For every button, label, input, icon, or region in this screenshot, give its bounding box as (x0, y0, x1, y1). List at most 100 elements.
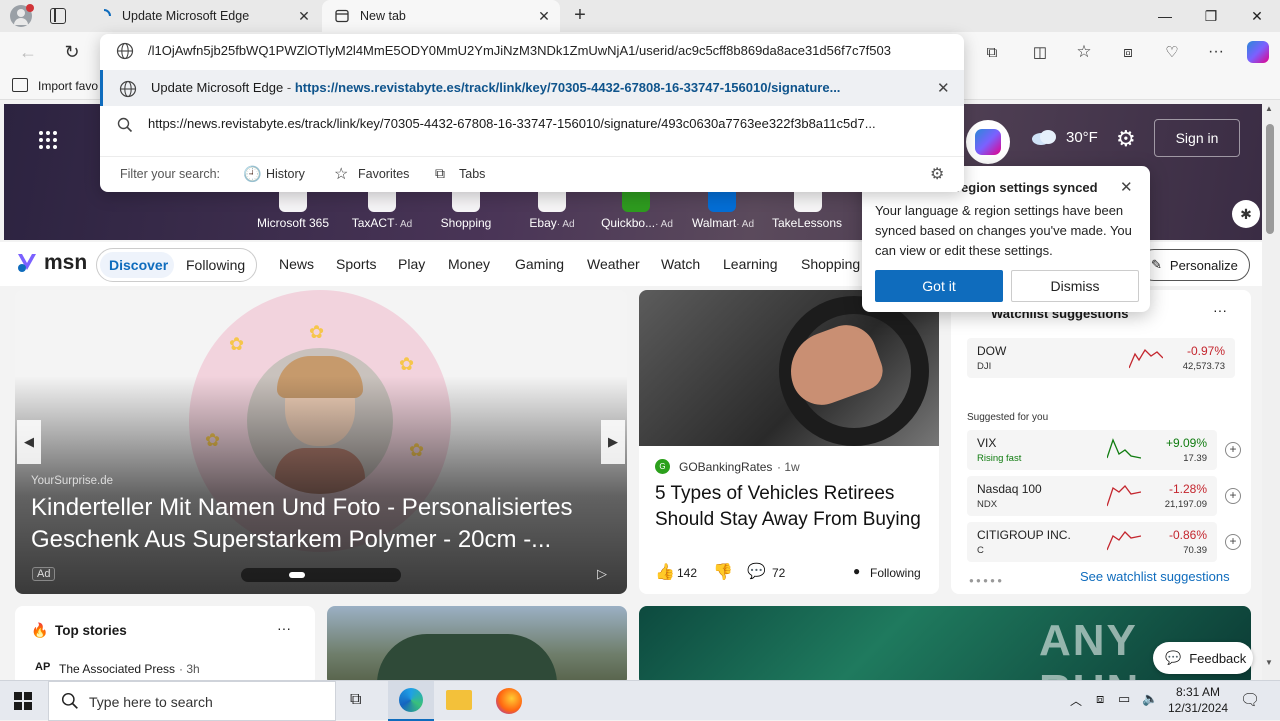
split-screen-icon[interactable]: ◫ (1024, 36, 1056, 68)
like-icon[interactable]: 👍 (655, 562, 675, 582)
collections-icon[interactable]: ⧈ (1112, 36, 1144, 68)
quicklink-taxact[interactable]: TaxACT· Ad (337, 216, 427, 230)
import-favorites-link[interactable]: Import favo (38, 79, 98, 93)
address-bar[interactable]: /l1OjAwfn5jb25fbWQ1PWZlOTlyM2l4MmE5ODY0M… (100, 34, 964, 68)
following-button[interactable]: Following (870, 566, 921, 580)
notifications-icon[interactable]: 🗨 (1240, 690, 1260, 710)
taskbar-edge[interactable] (388, 681, 434, 721)
got-it-button[interactable]: Got it (875, 270, 1003, 302)
scrollbar[interactable]: ▲ ▼ (1262, 100, 1280, 680)
suggestion-search-url[interactable]: https://news.revistabyte.es/track/link/k… (100, 106, 964, 142)
feedback-button[interactable]: 💬 Feedback (1153, 642, 1253, 674)
quicklink-microsoft365[interactable]: Microsoft 365 (248, 216, 338, 230)
more-options-icon[interactable]: ··· (1213, 302, 1227, 318)
stock-row-nasdaq[interactable]: Nasdaq 100 NDX -1.28% 21,197.09 + (967, 476, 1241, 516)
popup-close-icon[interactable]: ✕ (1120, 178, 1133, 196)
article-card[interactable]: G GOBankingRates · 1w 5 Types of Vehicle… (639, 290, 939, 594)
tab-new-tab[interactable]: New tab ✕ (322, 0, 560, 32)
extensions-icon[interactable]: ⧉ (976, 36, 1008, 68)
nav-shopping[interactable]: Shopping (801, 256, 860, 272)
file-explorer-icon[interactable] (446, 690, 472, 710)
back-arrow-icon[interactable]: ← (12, 36, 44, 68)
quicklink-shopping[interactable]: Shopping (421, 216, 511, 230)
profile-avatar[interactable] (10, 4, 34, 27)
nav-learning[interactable]: Learning (723, 256, 778, 272)
favorites-star-icon[interactable]: ☆ (1068, 36, 1100, 68)
customize-sparkle-icon[interactable]: ✱ (1232, 200, 1260, 228)
personalize-button[interactable]: ✎ Personalize (1138, 249, 1250, 281)
tab-update-edge[interactable]: Update Microsoft Edge ✕ (84, 0, 320, 32)
article-title[interactable]: 5 Types of Vehicles Retirees Should Stay… (655, 481, 927, 533)
ad-source[interactable]: YourSurprise.de (31, 475, 113, 487)
carousel-dots[interactable] (241, 568, 401, 582)
restore-button[interactable]: ❐ (1188, 0, 1234, 32)
carousel-card[interactable]: ✿ ✿ ✿ ✿ ✿ ◀ ▶ YourSurprise.de Kindertell… (15, 290, 627, 594)
browser-essentials-icon[interactable]: ♡ (1156, 36, 1188, 68)
story-image-card[interactable] (327, 606, 627, 680)
comment-icon[interactable]: 💬 (747, 562, 766, 580)
remove-suggestion-icon[interactable]: ✕ (937, 79, 950, 97)
settings-gear-icon[interactable]: ⚙ (930, 164, 944, 184)
stock-row-dow[interactable]: DOW DJI -0.97% 42,573.73 (967, 338, 1235, 378)
adchoices-icon[interactable]: ▷ (597, 566, 607, 582)
nav-money[interactable]: Money (448, 256, 490, 272)
taskbar-search-box[interactable]: Type here to search (48, 681, 336, 721)
more-options-icon[interactable]: ··· (277, 620, 291, 636)
filter-tabs[interactable]: Tabs (459, 167, 485, 181)
close-tab-icon[interactable]: ✕ (296, 8, 312, 24)
add-to-watchlist-icon[interactable]: + (1225, 488, 1241, 504)
settings-gear-icon[interactable]: ⚙ (1116, 126, 1136, 152)
carousel-prev-button[interactable]: ◀ (17, 420, 41, 464)
copilot-button[interactable] (966, 120, 1010, 164)
top-stories-title[interactable]: Top stories (55, 623, 127, 638)
nav-watch[interactable]: Watch (661, 256, 700, 272)
add-to-watchlist-icon[interactable]: + (1225, 442, 1241, 458)
weather-temp[interactable]: 30°F (1066, 129, 1098, 146)
tab-discover[interactable]: Discover (109, 257, 168, 273)
tray-monitor-icon[interactable]: ▭ (1118, 691, 1130, 707)
firefox-icon[interactable] (496, 688, 522, 714)
nav-gaming[interactable]: Gaming (515, 256, 564, 272)
close-tab-icon[interactable]: ✕ (536, 8, 552, 24)
watchlist-pager-dots[interactable]: ● ● ● ● ● (969, 576, 1002, 585)
tray-chevron-icon[interactable]: ︿ (1070, 692, 1082, 709)
refresh-icon[interactable]: ↻ (56, 36, 88, 68)
sign-in-button[interactable]: Sign in (1154, 119, 1240, 157)
close-window-button[interactable]: ✕ (1234, 0, 1280, 32)
tray-network-icon[interactable]: ⧈ (1096, 691, 1104, 707)
stock-row-vix[interactable]: VIX Rising fast +9.09% 17.39 + (967, 430, 1241, 470)
filter-favorites[interactable]: Favorites (358, 167, 409, 181)
copilot-icon[interactable] (1242, 36, 1274, 68)
dismiss-button[interactable]: Dismiss (1011, 270, 1139, 302)
new-tab-plus-icon[interactable]: + (570, 5, 590, 25)
carousel-next-button[interactable]: ▶ (601, 420, 625, 464)
task-view-icon[interactable]: ⧉ (350, 691, 370, 711)
volume-icon[interactable]: 🔈 (1142, 691, 1158, 707)
clock[interactable]: 8:31 AM 12/31/2024 (1168, 684, 1228, 716)
carousel-title[interactable]: Kinderteller Mit Namen Und Foto - Person… (31, 492, 611, 556)
minimize-button[interactable]: — (1142, 0, 1188, 32)
article-source[interactable]: GOBankingRates (679, 460, 772, 474)
quicklink-ebay[interactable]: Ebay· Ad (507, 216, 597, 230)
more-menu-icon[interactable]: ··· (1200, 36, 1232, 68)
story-source[interactable]: The Associated Press (59, 662, 175, 676)
tab-actions-icon[interactable] (50, 8, 66, 24)
add-to-watchlist-icon[interactable]: + (1225, 534, 1241, 550)
quicklink-takelessons[interactable]: TakeLessons (762, 216, 852, 230)
dislike-icon[interactable]: 👎 (713, 562, 733, 582)
suggestion-update-edge[interactable]: Update Microsoft Edge - https://news.rev… (100, 70, 964, 106)
see-watchlist-link[interactable]: See watchlist suggestions (1080, 569, 1230, 584)
windows-start-icon[interactable] (14, 692, 32, 710)
stock-row-citigroup[interactable]: CITIGROUP INC. C -0.86% 70.39 + (967, 522, 1241, 562)
quicklink-walmart[interactable]: Walmart· Ad (678, 216, 768, 230)
nav-weather[interactable]: Weather (587, 256, 640, 272)
filter-history[interactable]: History (266, 167, 305, 181)
scrollbar-thumb[interactable] (1266, 124, 1274, 234)
nav-news[interactable]: News (279, 256, 314, 272)
msn-logo[interactable]: msn (44, 251, 87, 275)
nav-play[interactable]: Play (398, 256, 425, 272)
address-input[interactable]: /l1OjAwfn5jb25fbWQ1PWZlOTlyM2l4MmE5ODY0M… (148, 43, 948, 58)
nav-sports[interactable]: Sports (336, 256, 376, 272)
apps-grid-icon[interactable] (38, 130, 58, 150)
tab-following[interactable]: Following (186, 257, 245, 273)
